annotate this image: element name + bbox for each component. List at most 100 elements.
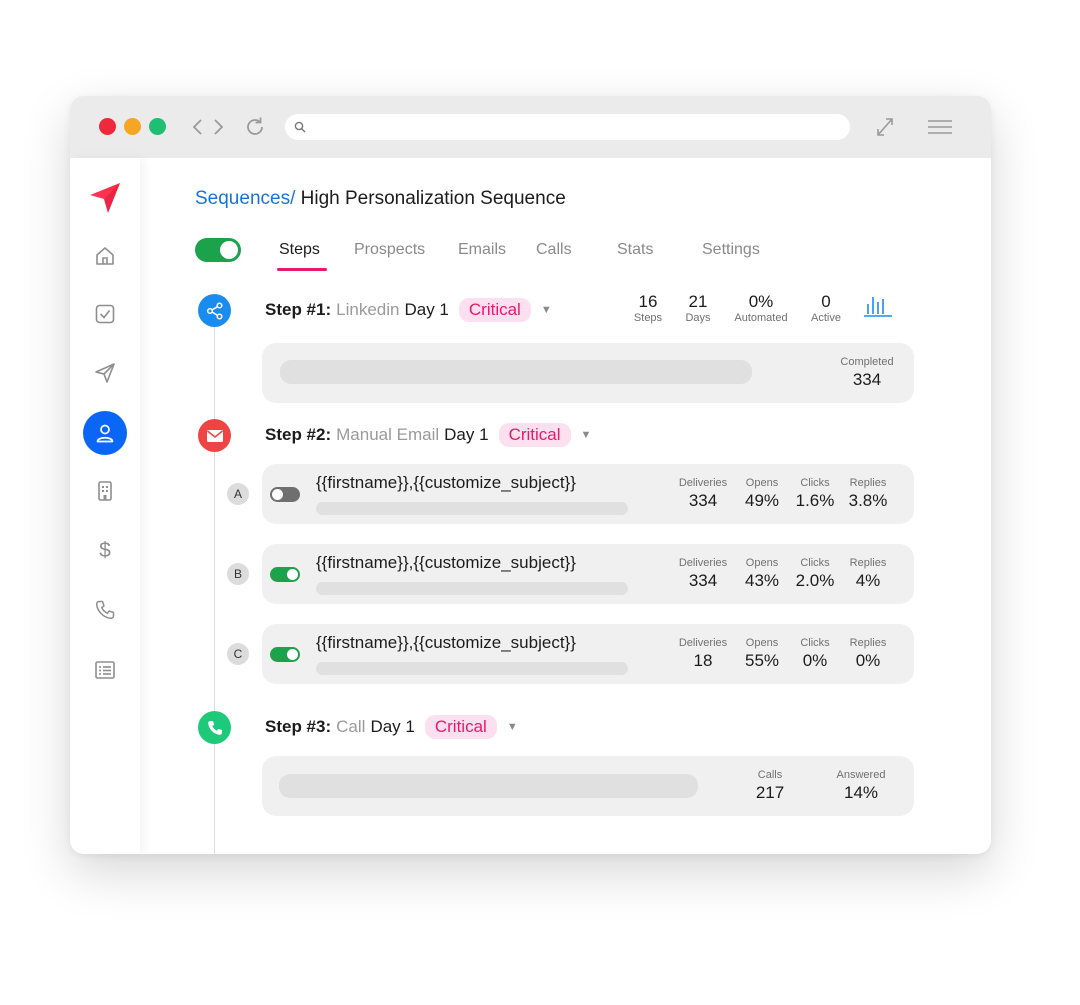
stat-value: 55% [744,651,780,670]
variant-letter: A [227,483,249,505]
stat-label: Clicks [800,477,830,489]
stat-value: 14% [843,783,879,802]
stat-answered: Answered 14% [822,769,900,803]
step-number: Step #3: [265,717,332,736]
breadcrumb: Sequences/ High Personalization Sequence [195,188,566,210]
stat-label: Clicks [800,637,830,649]
sidebar-item-reports[interactable] [87,652,123,688]
stat-value: 334 [688,491,718,510]
sidebar-item-tasks[interactable] [87,296,123,332]
hamburger-menu-icon[interactable] [927,118,953,136]
variant-c-toggle[interactable] [270,647,300,662]
stat-clicks: Clicks 1.6% [790,477,840,511]
summary-value: 21 [688,292,708,311]
variant-letter: C [227,643,249,665]
stat-value: 0% [802,651,828,670]
stat-value: 18 [693,651,713,670]
send-icon [95,363,115,383]
stat-clicks: Clicks 0% [790,637,840,671]
step-1-card[interactable]: Completed 334 [262,343,914,403]
priority-badge[interactable]: Critical [498,423,571,447]
step-3-card[interactable]: Calls 217 Answered 14% [262,756,914,816]
summary-label: Automated [734,312,788,324]
priority-badge[interactable]: Critical [424,715,497,739]
tab-steps[interactable]: Steps [279,241,320,259]
breadcrumb-link-sequences[interactable]: Sequences/ [195,188,295,209]
sidebar-item-sequences[interactable] [87,355,123,391]
sidebar-item-contacts[interactable] [83,411,127,455]
sidebar-item-home[interactable] [87,238,123,274]
variant-subject[interactable]: {{firstname}},{{customize_subject}} [316,473,576,493]
browser-window: $ Sequences/ High Personalization Sequen… [70,96,991,854]
stat-value: 3.8% [848,491,888,510]
stat-deliveries: Deliveries 18 [670,637,736,671]
stat-calls: Calls 217 [740,769,800,803]
stat-value: 0% [855,651,881,670]
variant-letter: B [227,563,249,585]
stat-label: Opens [745,477,779,489]
summary-value: 0 [821,292,831,311]
home-icon [96,247,114,265]
stat-label: Deliveries [678,637,728,649]
sequence-active-toggle[interactable] [195,238,241,262]
stat-replies: Replies 4% [842,557,894,591]
share-nodes-icon [206,301,223,320]
stat-label: Replies [849,637,887,649]
close-window-button[interactable] [99,118,116,135]
tab-emails[interactable]: Emails [458,241,506,259]
minimize-window-button[interactable] [124,118,141,135]
step-2-header: Step #2: Manual Email Day 1 Critical ▼ [265,423,591,447]
expand-icon[interactable] [875,116,895,138]
back-arrow-icon[interactable] [191,118,205,136]
chevron-down-icon[interactable]: ▼ [541,304,552,316]
stat-label: Clicks [800,557,830,569]
sidebar-item-deals[interactable]: $ [87,533,123,569]
address-bar[interactable] [285,114,850,140]
summary-active: 0 Active [806,292,846,324]
summary-label: Days [685,312,711,324]
maximize-window-button[interactable] [149,118,166,135]
tab-settings[interactable]: Settings [702,241,760,259]
step-kind: Call [336,717,366,736]
variant-a-toggle[interactable] [270,487,300,502]
timeline-line [214,326,215,854]
stat-value: 1.6% [795,491,835,510]
stat-opens: Opens 55% [737,637,787,671]
stat-deliveries: Deliveries 334 [670,477,736,511]
toggle-knob [287,569,298,580]
variant-subject[interactable]: {{firstname}},{{customize_subject}} [316,553,576,573]
summary-steps: 16 Steps [628,292,668,324]
step-number: Step #1: [265,300,332,319]
summary-days: 21 Days [678,292,718,324]
sidebar-item-calls[interactable] [87,592,123,628]
chevron-down-icon[interactable]: ▼ [581,429,592,441]
priority-badge[interactable]: Critical [458,298,531,322]
stat-value: 334 [688,571,718,590]
stat-value: 2.0% [795,571,835,590]
list-icon [95,661,115,679]
envelope-icon [206,429,223,442]
summary-automated: 0% Automated [726,292,796,324]
step-kind: Linkedin [336,300,400,319]
tab-prospects[interactable]: Prospects [354,241,425,259]
reload-icon[interactable] [243,115,267,139]
stat-value: 43% [744,571,780,590]
browser-titlebar [70,96,991,158]
variant-b-toggle[interactable] [270,567,300,582]
stat-clicks: Clicks 2.0% [790,557,840,591]
step-email-icon [198,419,231,452]
step-3-header: Step #3: Call Day 1 Critical ▼ [265,715,518,739]
tab-stats[interactable]: Stats [617,241,653,259]
building-icon [98,481,112,501]
bar-chart-icon[interactable] [863,294,893,318]
forward-arrow-icon[interactable] [211,118,225,136]
step-day: Day 1 [444,425,489,444]
stat-value: 217 [755,783,785,802]
tab-calls[interactable]: Calls [536,241,572,259]
summary-label: Active [811,312,841,324]
chevron-down-icon[interactable]: ▼ [507,721,518,733]
sidebar-item-companies[interactable] [87,473,123,509]
variant-subject[interactable]: {{firstname}},{{customize_subject}} [316,633,576,653]
stat-value: 49% [744,491,780,510]
stat-label: Answered [836,769,886,781]
